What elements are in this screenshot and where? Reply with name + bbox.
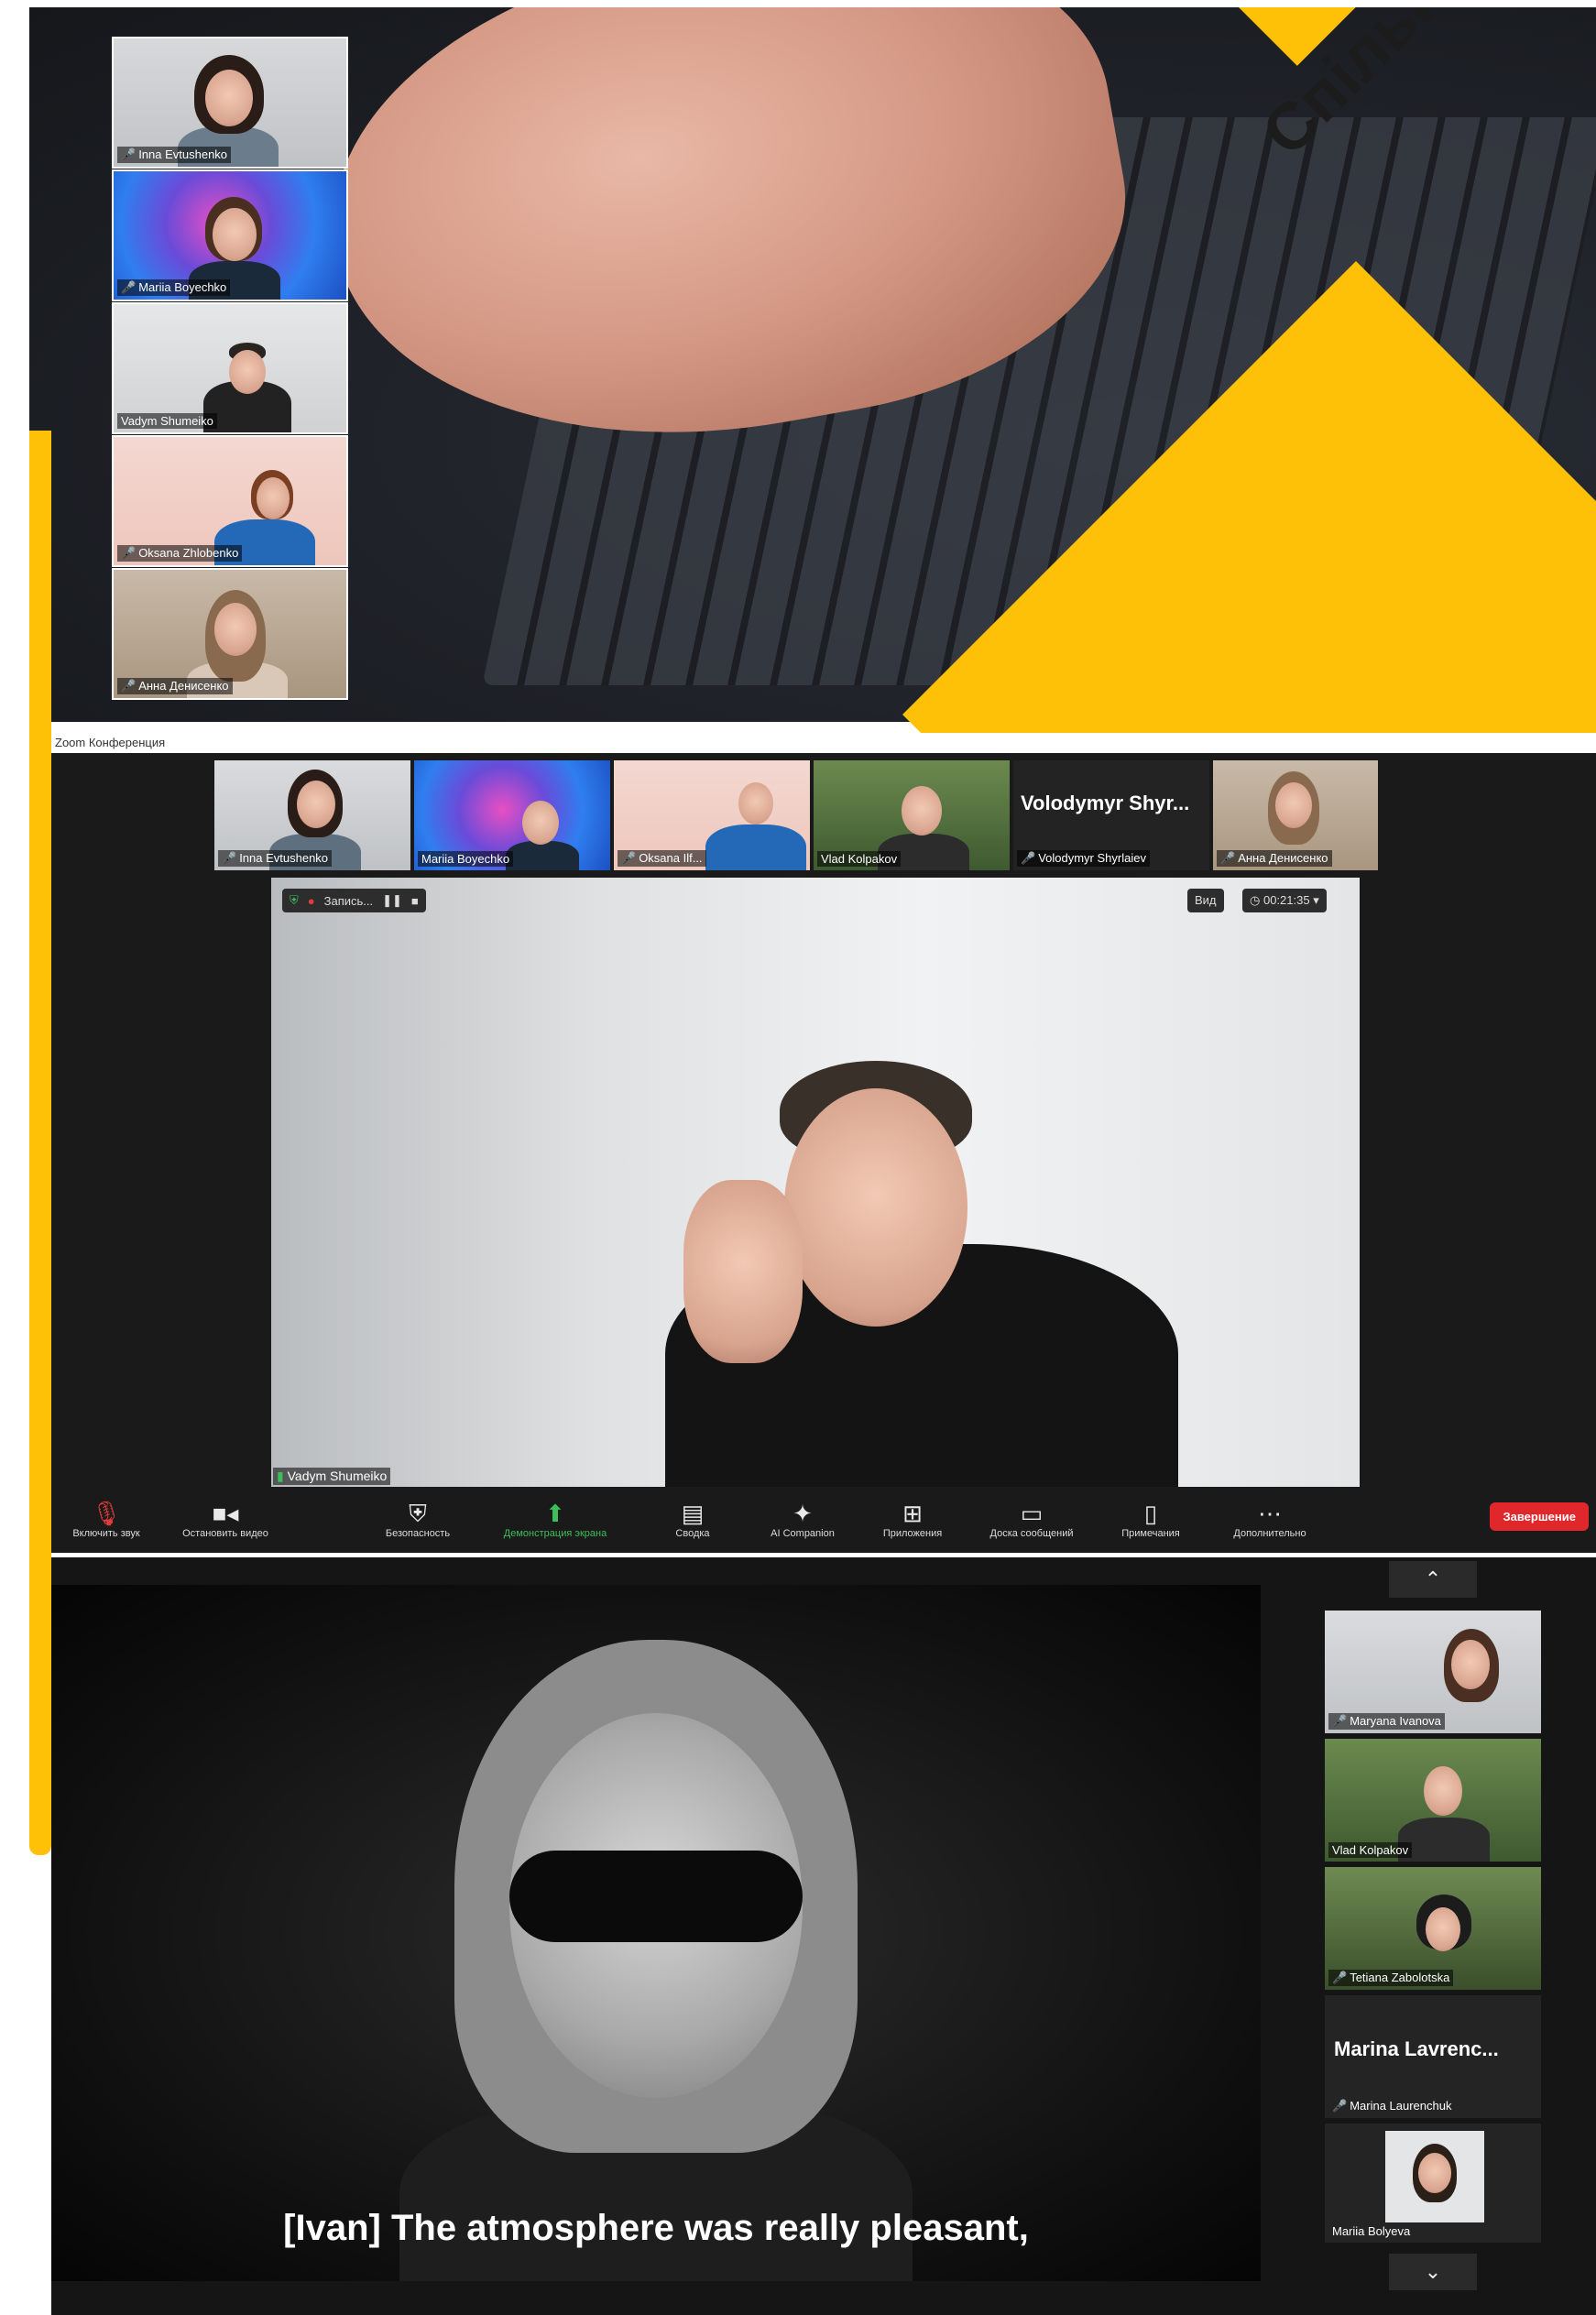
meeting-toolbar: 🎙 Включить звук ■◂ Остановить видео ⛨ Безоп…	[51, 1491, 1596, 1553]
participant-name: Vlad Kolpakov	[1328, 1842, 1413, 1858]
participant-big-name: Marina Lavrenc...	[1334, 2037, 1499, 2060]
participant-name: 🎤 Volodymyr Shyrlaiev	[1017, 850, 1150, 867]
security-button[interactable]: ⛨ Безопасность	[363, 1499, 473, 1539]
unmute-button[interactable]: 🎙 Включить звук	[51, 1499, 161, 1539]
participant-thumb[interactable]: 🎤 Mariia Boyechko	[112, 169, 348, 301]
participant-name: 🎤 Marina Laurenchuk	[1332, 2099, 1452, 2113]
notes-button[interactable]: ▯ Примечания	[1096, 1499, 1206, 1539]
scroll-up-button[interactable]: ⌃	[1389, 1561, 1477, 1598]
participant-name: 🎤 Анна Денисенко	[1217, 850, 1332, 867]
ai-companion-button[interactable]: ✦ AI Companion	[748, 1499, 858, 1539]
whiteboard-icon: ▭	[1020, 1500, 1044, 1527]
participant-name: 🎤 Maryana Ivanova	[1328, 1713, 1445, 1730]
shield-icon: ⛨	[290, 893, 299, 907]
participant-name: 🎤 Oksana Zhlobenko	[117, 545, 243, 562]
participant-name: 🎤 Oksana Ilf...	[618, 850, 706, 867]
speaker-video: [Ivan] The atmosphere was really pleasan…	[51, 1585, 1261, 2281]
camera-icon: ■◂	[212, 1500, 239, 1527]
participant-name: 🎤 Анна Денисенко	[117, 678, 233, 694]
recording-label: Запись...	[323, 893, 374, 908]
strip-thumb[interactable]: 🎤 Inna Evtushenko	[214, 760, 410, 870]
stop-icon[interactable]: ■	[411, 894, 419, 908]
more-icon: ⋯	[1258, 1500, 1282, 1527]
recording-pill[interactable]: ⛨ ● Запись... ❚❚ ■	[282, 889, 426, 912]
apps-button[interactable]: ⊞ Приложения	[858, 1499, 967, 1539]
participant-name: Vlad Kolpakov	[817, 851, 902, 867]
summary-icon: ▤	[681, 1500, 705, 1527]
side-thumb[interactable]: 🎤 Tetiana Zabolotska	[1325, 1867, 1541, 1990]
speaker-view: [Ivan] The atmosphere was really pleasan…	[51, 1557, 1596, 2315]
participant-name: 🎤 Mariia Boyechko	[117, 279, 231, 296]
participant-big-name: Volodymyr Shyr...	[1021, 792, 1190, 814]
summary-button[interactable]: ▤ Сводка	[638, 1499, 748, 1539]
mic-muted-icon: 🎙	[91, 1500, 122, 1527]
sunglasses	[509, 1851, 803, 1942]
video-button[interactable]: ■◂ Остановить видео	[170, 1499, 280, 1539]
caption-text: [Ivan] The atmosphere was really pleasan…	[283, 2208, 1029, 2248]
scroll-down-button[interactable]: ⌄	[1389, 2254, 1477, 2290]
side-thumb[interactable]: Vlad Kolpakov	[1325, 1739, 1541, 1862]
strip-thumb[interactable]: 🎤 Анна Денисенко	[1213, 760, 1378, 870]
whiteboard-button[interactable]: ▭ Доска сообщений	[977, 1499, 1087, 1539]
participant-name: 🎤 Inna Evtushenko	[117, 147, 232, 163]
share-screen-button[interactable]: ⬆ Демонстрация экрана	[500, 1499, 610, 1539]
strip-thumb[interactable]: Mariia Boyechko	[414, 760, 610, 870]
pause-icon[interactable]: ❚❚	[382, 893, 402, 908]
shield-icon: ⛨	[409, 1500, 427, 1527]
participant-name: 🎤 Tetiana Zabolotska	[1328, 1970, 1454, 1986]
strip-thumb[interactable]: Vlad Kolpakov	[814, 760, 1010, 870]
notes-icon: ▯	[1143, 1500, 1158, 1527]
sparkle-icon: ✦	[793, 1500, 813, 1527]
share-screen-icon: ⬆	[545, 1500, 565, 1527]
participant-thumb[interactable]: 🎤 Анна Денисенко	[112, 568, 348, 700]
side-thumb[interactable]: Marina Lavrenc... 🎤 Marina Laurenchuk	[1325, 1995, 1541, 2118]
participant-thumb[interactable]: Vadym Shumeiko	[112, 302, 348, 434]
main-video: ⛨ ● Запись... ❚❚ ■ Вид ◷ 00:21:35 ▾ ▮ Va…	[271, 878, 1360, 1487]
more-button[interactable]: ⋯ Дополнительно	[1215, 1499, 1325, 1539]
yellow-left-bar	[29, 431, 51, 1855]
view-button[interactable]: Вид	[1187, 889, 1224, 912]
window-title: Zoom Конференция	[51, 733, 1596, 753]
end-meeting-button[interactable]: Завершение	[1490, 1502, 1589, 1531]
participant-thumb[interactable]: 🎤 Oksana Zhlobenko	[112, 435, 348, 567]
zoom-window: Zoom Конференция 🎤 Inna Evtushenko Mariia…	[51, 733, 1596, 1553]
participant-name: 🎤 Inna Evtushenko	[218, 850, 333, 867]
participant-name: Vadym Shumeiko	[117, 413, 217, 429]
active-speaker-name: ▮ Vadym Shumeiko	[273, 1468, 391, 1485]
avatar	[1385, 2131, 1484, 2222]
strip-thumb[interactable]: Volodymyr Shyr... 🎤 Volodymyr Shyrlaiev	[1013, 760, 1209, 870]
speaker-face	[784, 1088, 967, 1327]
participant-name: Mariia Boyechko	[418, 851, 514, 867]
participant-name: Mariia Bolyeva	[1332, 2224, 1411, 2238]
speaker-hand	[683, 1180, 803, 1363]
side-thumb[interactable]: Mariia Bolyeva	[1325, 2124, 1541, 2243]
participant-thumb[interactable]: 🎤 Inna Evtushenko	[112, 37, 348, 169]
side-thumb[interactable]: 🎤 Maryana Ivanova	[1325, 1611, 1541, 1733]
apps-icon: ⊞	[902, 1500, 923, 1527]
record-icon: ●	[307, 893, 315, 908]
timer[interactable]: ◷ 00:21:35 ▾	[1242, 889, 1327, 912]
strip-thumb[interactable]: 🎤 Oksana Ilf...	[614, 760, 810, 870]
